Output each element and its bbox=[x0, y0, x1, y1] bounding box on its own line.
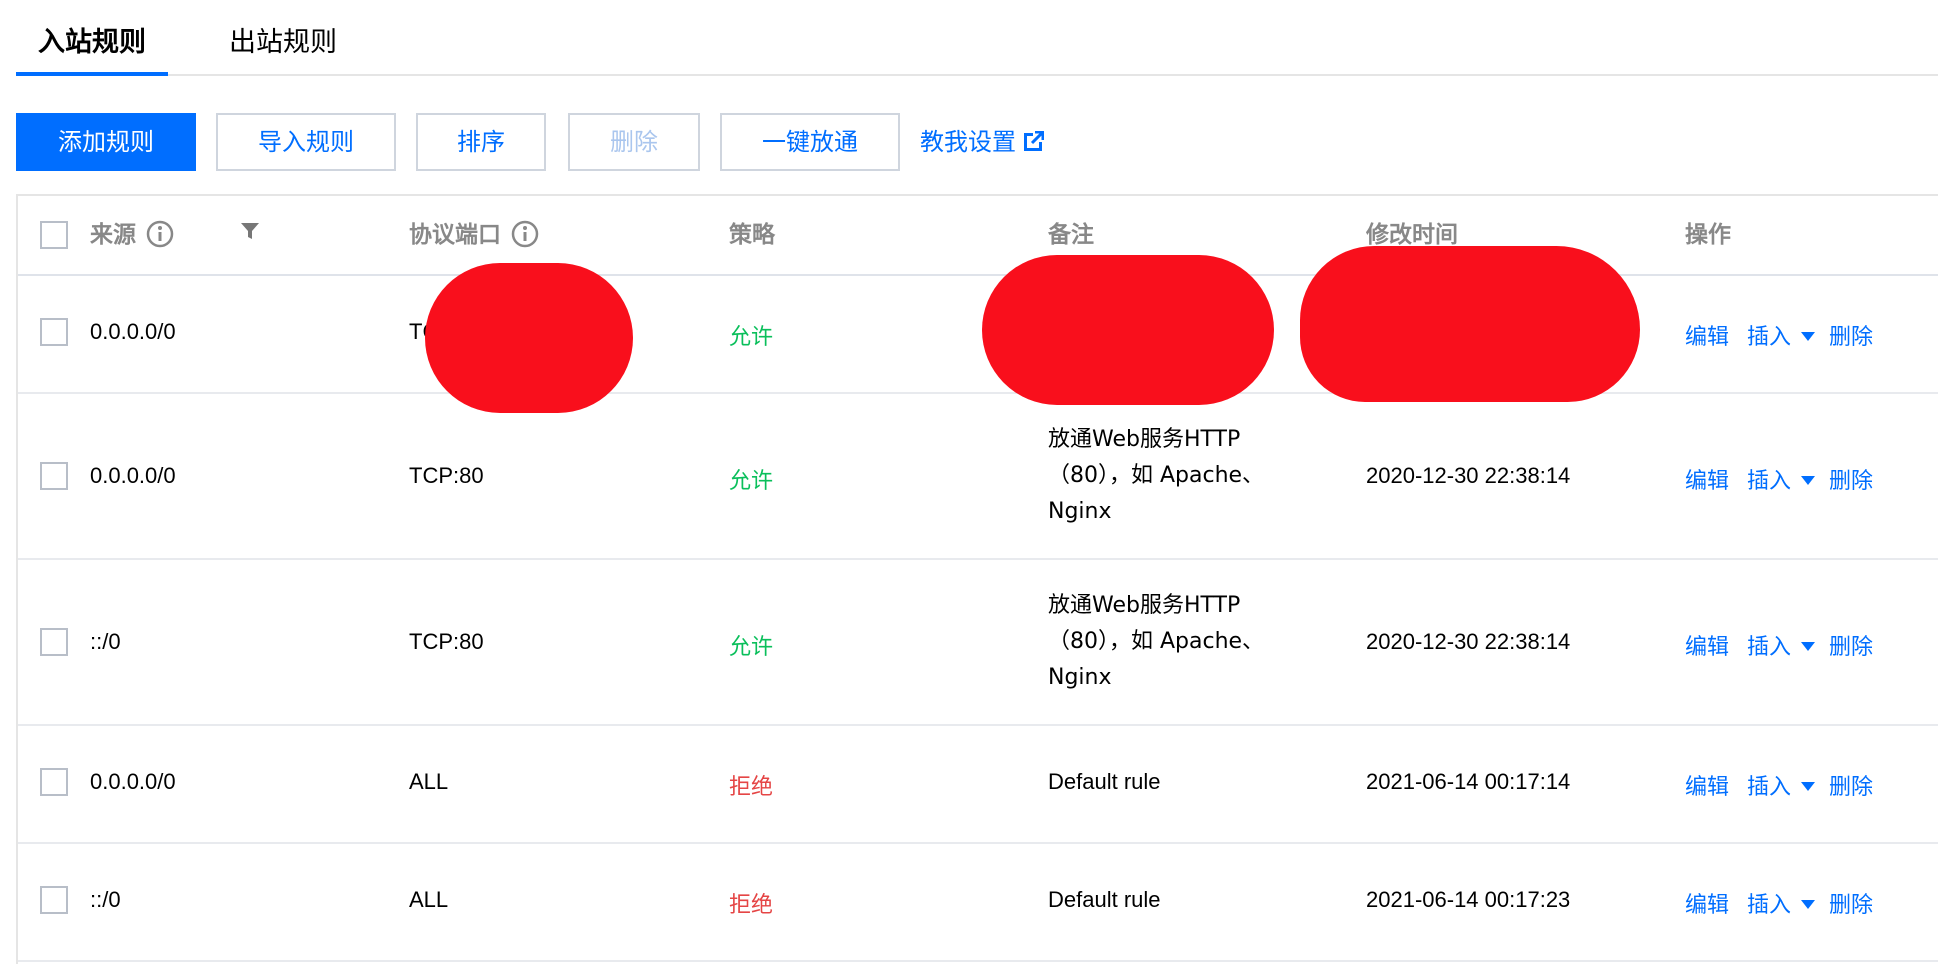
insert-dropdown[interactable]: 插入 bbox=[1747, 635, 1816, 660]
caret-down-icon[interactable] bbox=[1801, 782, 1816, 791]
insert-dropdown[interactable]: 插入 bbox=[1747, 775, 1816, 800]
row-actions: 编辑 插入 删除 bbox=[1685, 629, 1873, 661]
redaction-mark bbox=[1300, 246, 1640, 402]
cell-protocol-port: ALL bbox=[409, 769, 449, 794]
row-checkbox[interactable] bbox=[40, 768, 68, 796]
cell-protocol-port: ALL bbox=[409, 887, 449, 912]
insert-dropdown[interactable]: 插入 bbox=[1747, 893, 1816, 918]
row-actions: 编辑 插入 删除 bbox=[1685, 887, 1873, 919]
cell-note: 放通Web服务HTTP（80），如 Apache、Nginx bbox=[1048, 427, 1265, 524]
row-checkbox[interactable] bbox=[40, 318, 68, 346]
insert-label[interactable]: 插入 bbox=[1747, 325, 1791, 350]
redaction-mark bbox=[982, 255, 1274, 405]
cell-modified-time: 2021-06-14 00:17:23 bbox=[1366, 887, 1571, 912]
cell-policy: 拒绝 bbox=[729, 775, 774, 800]
allow-all-button[interactable]: 一键放通 bbox=[720, 113, 900, 171]
cell-policy: 允许 bbox=[729, 325, 774, 350]
cell-modified-time: 2020-12-30 22:38:14 bbox=[1366, 629, 1571, 654]
header-protocol-port-label: 协议端口 bbox=[409, 222, 501, 248]
delete-link[interactable]: 删除 bbox=[1829, 635, 1873, 660]
cell-source: 0.0.0.0/0 bbox=[90, 769, 176, 794]
row-checkbox[interactable] bbox=[40, 886, 68, 914]
table-row: ::/0 TCP:80 允许 放通Web服务HTTP（80），如 Apache、… bbox=[18, 560, 1938, 726]
header-actions: 操作 bbox=[1685, 222, 1731, 248]
cell-source: 0.0.0.0/0 bbox=[90, 319, 176, 344]
insert-label[interactable]: 插入 bbox=[1747, 893, 1791, 918]
cell-policy: 允许 bbox=[729, 469, 774, 494]
select-all-checkbox[interactable] bbox=[40, 221, 68, 249]
cell-note: Default rule bbox=[1048, 887, 1161, 912]
delete-link[interactable]: 删除 bbox=[1829, 893, 1873, 918]
edit-link[interactable]: 编辑 bbox=[1685, 893, 1729, 918]
table-row: ::/0 ALL 拒绝 Default rule 2021-06-14 00:1… bbox=[18, 844, 1938, 962]
table-row: 0.0.0.0/0 ALL 拒绝 Default rule 2021-06-14… bbox=[18, 726, 1938, 844]
row-actions: 编辑 插入 删除 bbox=[1685, 463, 1873, 495]
row-actions: 编辑 插入 删除 bbox=[1685, 319, 1873, 351]
cell-modified-time: 2020-12-30 22:38:14 bbox=[1366, 463, 1571, 488]
delete-link[interactable]: 删除 bbox=[1829, 469, 1873, 494]
table-row: 0.0.0.0/0 TCP:80 允许 放通Web服务HTTP（80），如 Ap… bbox=[18, 394, 1938, 560]
external-link-icon bbox=[1024, 130, 1045, 151]
tab-inbound-rules[interactable]: 入站规则 bbox=[16, 22, 168, 76]
table-header: 来源 协议端口 策略 备注 修改时间 操作 bbox=[18, 196, 1938, 276]
add-rule-button[interactable]: 添加规则 bbox=[16, 113, 196, 171]
cell-protocol-port: TCP:80 bbox=[409, 463, 484, 488]
insert-dropdown[interactable]: 插入 bbox=[1747, 325, 1816, 350]
info-icon[interactable] bbox=[146, 220, 174, 248]
help-link-label[interactable]: 教我设置 bbox=[920, 128, 1016, 156]
cell-policy: 拒绝 bbox=[729, 893, 774, 918]
edit-link[interactable]: 编辑 bbox=[1685, 325, 1729, 350]
cell-source: ::/0 bbox=[90, 629, 121, 654]
filter-icon[interactable] bbox=[240, 221, 260, 241]
edit-link[interactable]: 编辑 bbox=[1685, 635, 1729, 660]
delete-link[interactable]: 删除 bbox=[1829, 325, 1873, 350]
cell-protocol-port: TCP:80 bbox=[409, 629, 484, 654]
caret-down-icon[interactable] bbox=[1801, 332, 1816, 341]
insert-label[interactable]: 插入 bbox=[1747, 469, 1791, 494]
rule-tabs: 入站规则 出站规则 bbox=[16, 0, 1938, 76]
caret-down-icon[interactable] bbox=[1801, 642, 1816, 651]
sort-button[interactable]: 排序 bbox=[416, 113, 546, 171]
row-actions: 编辑 插入 删除 bbox=[1685, 769, 1873, 801]
rules-table: 来源 协议端口 策略 备注 修改时间 操作 0.0.0.0/0 TC 允许 编辑 bbox=[16, 194, 1938, 964]
redaction-mark bbox=[425, 263, 633, 413]
cell-source: 0.0.0.0/0 bbox=[90, 463, 176, 488]
cell-policy: 允许 bbox=[729, 635, 774, 660]
caret-down-icon[interactable] bbox=[1801, 900, 1816, 909]
row-checkbox[interactable] bbox=[40, 462, 68, 490]
edit-link[interactable]: 编辑 bbox=[1685, 469, 1729, 494]
header-policy: 策略 bbox=[729, 222, 775, 248]
import-rules-button[interactable]: 导入规则 bbox=[216, 113, 396, 171]
help-link[interactable]: 教我设置 bbox=[920, 113, 1045, 171]
insert-label[interactable]: 插入 bbox=[1747, 775, 1791, 800]
info-icon[interactable] bbox=[511, 220, 539, 248]
header-source-label: 来源 bbox=[90, 222, 136, 248]
delete-button[interactable]: 删除 bbox=[568, 113, 700, 171]
table-row: 0.0.0.0/0 TC 允许 编辑 插入 删除 bbox=[18, 276, 1938, 394]
row-checkbox[interactable] bbox=[40, 628, 68, 656]
cell-note: Default rule bbox=[1048, 769, 1161, 794]
edit-link[interactable]: 编辑 bbox=[1685, 775, 1729, 800]
insert-label[interactable]: 插入 bbox=[1747, 635, 1791, 660]
tab-outbound-rules[interactable]: 出站规则 bbox=[229, 22, 337, 64]
cell-source: ::/0 bbox=[90, 887, 121, 912]
caret-down-icon[interactable] bbox=[1801, 476, 1816, 485]
cell-note: 放通Web服务HTTP（80），如 Apache、Nginx bbox=[1048, 593, 1265, 690]
cell-modified-time: 2021-06-14 00:17:14 bbox=[1366, 769, 1571, 794]
insert-dropdown[interactable]: 插入 bbox=[1747, 469, 1816, 494]
header-source: 来源 bbox=[90, 196, 174, 274]
toolbar: 添加规则 导入规则 排序 删除 一键放通 教我设置 bbox=[16, 113, 1216, 175]
delete-link[interactable]: 删除 bbox=[1829, 775, 1873, 800]
